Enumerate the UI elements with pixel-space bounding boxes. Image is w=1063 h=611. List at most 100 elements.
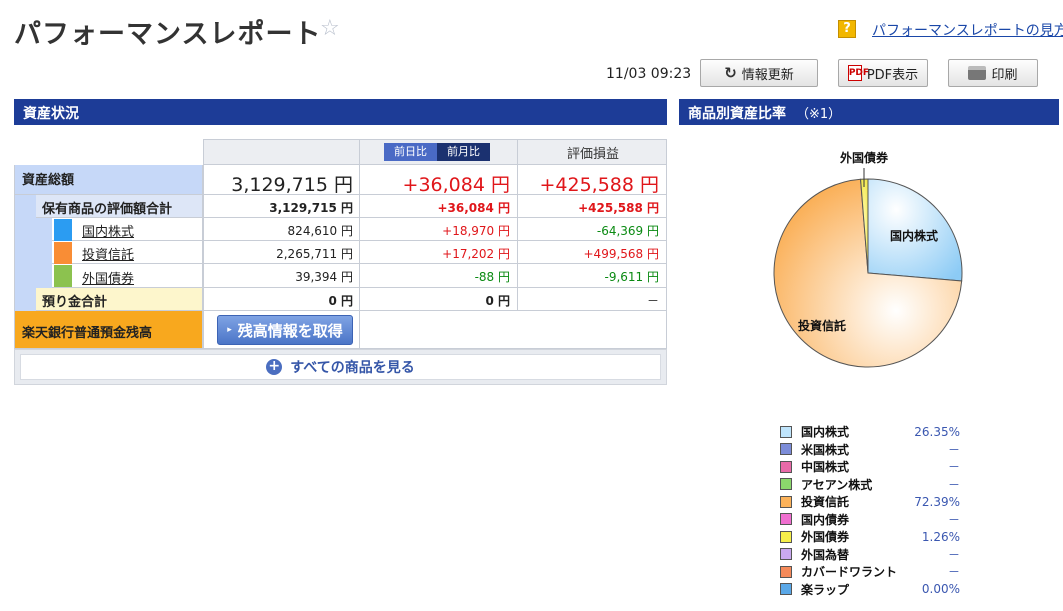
product-gain-0: -64,369 円	[596, 224, 659, 238]
legend-name: カバードワラント	[801, 565, 898, 580]
legend-swatch	[780, 530, 792, 543]
legend-row: 国内株式 26.35%	[780, 423, 960, 441]
legend-value: 0.00%	[921, 582, 960, 597]
pdf-icon: PDF	[847, 65, 869, 81]
investment-trust-swatch	[54, 242, 72, 264]
legend-name: 外国為替	[801, 547, 850, 562]
legend-name: アセアン株式	[801, 477, 873, 492]
favorite-star-icon[interactable]: ☆	[320, 16, 340, 41]
legend-name: 中国株式	[801, 460, 850, 475]
pie-label-foreign-bond: 外国債券	[840, 150, 889, 165]
legend-row: 中国株式 －	[780, 458, 960, 476]
legend-value: 26.35%	[914, 424, 960, 439]
product-value-1: 2,265,711 円	[276, 247, 353, 261]
pdf-button[interactable]: PDF PDF表示	[838, 59, 928, 87]
plus-icon: +	[266, 359, 283, 375]
print-label: 印刷	[991, 67, 1018, 83]
eval-gain-header: 評価損益	[566, 147, 619, 162]
legend-value: －	[947, 460, 960, 475]
legend-row: 楽ラップ 0.00%	[780, 581, 960, 599]
legend-swatch	[780, 583, 792, 596]
foreign-bond-swatch	[54, 265, 72, 287]
legend-swatch	[780, 565, 792, 578]
view-all-button[interactable]: + すべての商品を見る	[20, 354, 661, 380]
legend-swatch	[780, 443, 792, 456]
legend-value: －	[947, 547, 960, 562]
page-title: パフォーマンスレポート	[14, 19, 322, 50]
product-value-0: 824,610 円	[287, 224, 353, 238]
legend-value: －	[947, 512, 960, 527]
deposit-gain: －	[646, 294, 659, 308]
legend-value: －	[947, 565, 960, 580]
product-change-1: +17,202 円	[442, 247, 510, 261]
deposit-change: 0 円	[485, 294, 510, 308]
print-button[interactable]: 印刷	[948, 59, 1038, 87]
tab-prev-month[interactable]: 前月比	[437, 143, 490, 161]
legend-row: 米国株式 －	[780, 441, 960, 459]
holdings-label: 保有商品の評価額合計	[42, 202, 173, 217]
get-balance-label: 残高情報を取得	[237, 321, 343, 340]
product-gain-2: -9,611 円	[604, 270, 660, 284]
legend-swatch	[780, 513, 792, 526]
refresh-label: 情報更新	[741, 67, 794, 83]
ratio-section-header: 商品別資産比率 （※1）	[679, 99, 1059, 125]
pie-label-domestic-stock: 国内株式	[890, 228, 938, 243]
assets-section-title: 資産状況	[23, 106, 79, 122]
total-label: 資産総額	[22, 173, 75, 188]
total-value: 3,129,715 円	[231, 174, 353, 196]
legend-row: 国内債券 －	[780, 511, 960, 529]
legend-swatch	[780, 548, 792, 561]
view-all-label: すべての商品を見る	[290, 360, 415, 376]
update-timestamp: 11/03 09:23	[606, 66, 692, 82]
view-all-bar: + すべての商品を見る	[14, 349, 667, 385]
legend-row: アセアン株式 －	[780, 476, 960, 494]
product-change-2: -88 円	[474, 270, 510, 284]
printer-icon	[968, 66, 987, 80]
legend-name: 米国株式	[801, 442, 850, 457]
deposit-label: 預り金合計	[42, 295, 108, 310]
legend-swatch	[780, 495, 792, 508]
legend-value: 72.39%	[914, 494, 960, 509]
refresh-button[interactable]: ↻ 情報更新	[700, 59, 818, 87]
legend-row: 投資信託 72.39%	[780, 493, 960, 511]
legend-row: 外国債券 1.26%	[780, 528, 960, 546]
bank-label: 楽天銀行普通預金残高	[22, 326, 153, 341]
legend-row: 外国為替 －	[780, 546, 960, 564]
ratio-legend: 国内株式 26.35% 米国株式 － 中国株式 － アセアン株式 － 投資信託 72.39% 国内債…	[780, 423, 960, 598]
legend-name: 投資信託	[801, 495, 850, 510]
legend-value: －	[947, 442, 960, 457]
period-tabs: 前日比 前月比	[384, 143, 490, 161]
product-link-domestic-stock[interactable]: 国内株式	[82, 221, 134, 240]
total-gain: +425,588 円	[539, 174, 659, 196]
legend-name: 国内債券	[801, 512, 850, 527]
ratio-note: （※1）	[796, 107, 842, 122]
help-icon: ?	[838, 20, 856, 38]
holdings-gain: +425,588 円	[578, 201, 659, 215]
deposit-value: 0 円	[328, 294, 353, 308]
legend-value: －	[947, 477, 960, 492]
product-indent-band	[36, 218, 52, 288]
domestic-stock-swatch	[54, 219, 72, 241]
holdings-change: +36,084 円	[437, 201, 510, 215]
get-balance-button[interactable]: ▸ 残高情報を取得	[217, 315, 353, 345]
legend-value: 1.26%	[921, 529, 960, 544]
help-link[interactable]: パフォーマンスレポートの見方	[872, 20, 1063, 40]
bank-empty-cell	[360, 311, 667, 349]
holdings-value: 3,129,715 円	[269, 201, 353, 215]
ratio-section-title: 商品別資産比率	[688, 106, 786, 122]
arrow-right-icon: ▸	[227, 325, 232, 335]
refresh-icon: ↻	[724, 64, 737, 82]
total-change: +36,084 円	[402, 174, 510, 196]
legend-name: 楽ラップ	[801, 582, 850, 597]
product-gain-1: +499,568 円	[583, 247, 660, 261]
assets-section-header: 資産状況	[14, 99, 667, 125]
product-value-2: 39,394 円	[295, 270, 353, 284]
pdf-label: PDF表示	[866, 67, 919, 83]
product-change-0: +18,970 円	[442, 224, 510, 238]
product-link-foreign-bond[interactable]: 外国債券	[82, 268, 134, 287]
legend-row: カバードワラント －	[780, 563, 960, 581]
product-link-investment-trust[interactable]: 投資信託	[82, 244, 134, 263]
asset-ratio-pie-chart: 外国債券 国内株式 投資信託	[773, 150, 963, 368]
deposit-gain-cell	[518, 288, 667, 311]
tab-prev-day[interactable]: 前日比	[384, 143, 437, 161]
